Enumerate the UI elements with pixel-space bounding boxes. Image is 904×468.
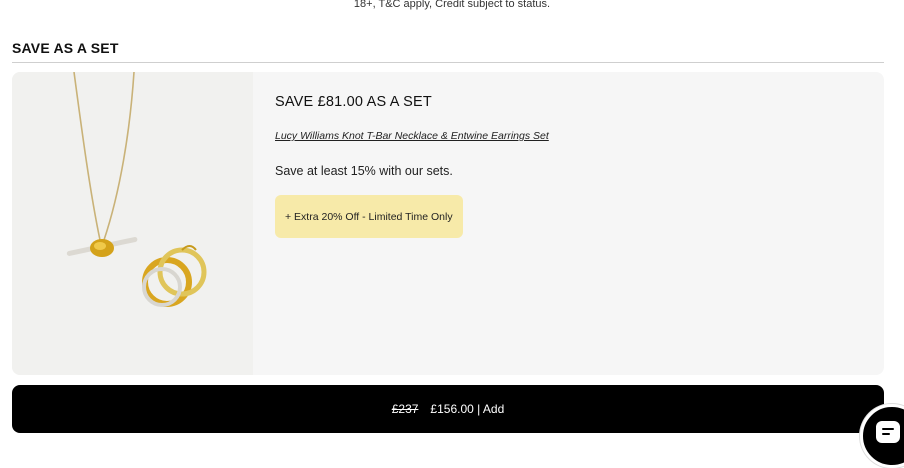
set-title: SAVE £81.00 AS A SET [275,94,432,110]
add-label: £156.00 | Add [430,402,505,416]
add-to-bag-button[interactable]: £237 £156.00 | Add [12,385,884,433]
product-link[interactable]: Lucy Williams Knot T-Bar Necklace & Entw… [275,130,549,142]
section-divider [12,62,884,63]
set-card: SAVE £81.00 AS A SET Lucy Williams Knot … [12,72,884,375]
necklace-earrings-illustration [66,72,207,307]
set-description: Save at least 15% with our sets. [275,164,453,178]
promo-badge: + Extra 20% Off - Limited Time Only [275,195,463,238]
set-details: SAVE £81.00 AS A SET Lucy Williams Knot … [275,72,868,375]
terms-notice: 18+, T&C apply, Credit subject to status… [353,0,551,10]
product-image[interactable] [12,72,253,375]
old-price: £237 [391,402,419,416]
chat-icon [876,421,900,443]
section-title: SAVE AS A SET [12,40,119,56]
